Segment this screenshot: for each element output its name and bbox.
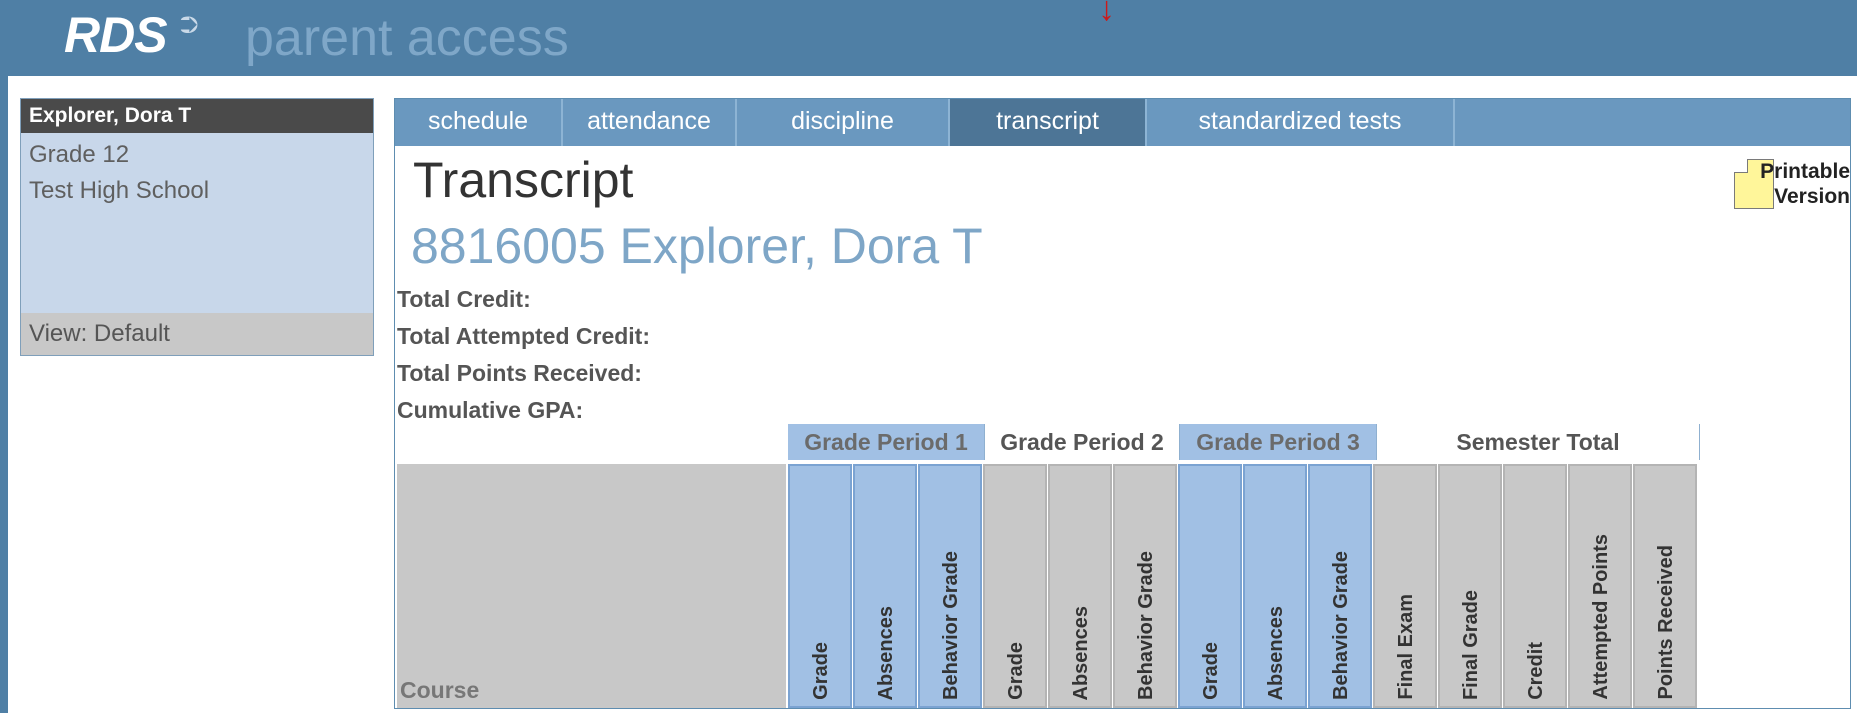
- course-column-header: Course: [397, 464, 786, 708]
- app-header: RDS ⮊ parent access ↓: [0, 0, 1857, 76]
- left-rail: [0, 76, 8, 713]
- student-card: Explorer, Dora T Grade 12 Test High Scho…: [20, 98, 374, 356]
- gp3-behavior-grade-header: Behavior Grade: [1308, 464, 1372, 708]
- tab-transcript[interactable]: transcript: [950, 99, 1147, 146]
- column-label: Final Grade: [1460, 589, 1482, 700]
- main-panel: schedule attendance discipline transcrip…: [394, 98, 1851, 709]
- attempted-points-header: Attempted Points: [1568, 464, 1632, 708]
- column-label: Absences: [1265, 605, 1287, 701]
- view-selector[interactable]: View: Default: [21, 313, 373, 355]
- grade-period-3-header: Grade Period 3: [1180, 424, 1376, 460]
- rds-logo: RDS: [64, 7, 168, 63]
- nav-tabs: schedule attendance discipline transcrip…: [395, 99, 1850, 146]
- gp1-behavior-grade-header: Behavior Grade: [918, 464, 982, 708]
- student-grade: Grade 12: [29, 141, 130, 168]
- total-points-received-label: Total Points Received:: [397, 360, 642, 386]
- tab-standardized-tests[interactable]: standardized tests: [1147, 99, 1455, 146]
- column-label: Absences: [1070, 605, 1092, 701]
- printable-version-label: Printable Version: [1760, 160, 1850, 208]
- student-heading: 8816005 Explorer, Dora T: [411, 218, 983, 274]
- app-subtitle: parent access: [245, 9, 569, 67]
- course-label: Course: [400, 677, 480, 703]
- column-label: Grade: [810, 642, 832, 700]
- tab-attendance[interactable]: attendance: [563, 99, 737, 146]
- gp2-behavior-grade-header: Behavior Grade: [1113, 464, 1177, 708]
- transcript-summary: Total Credit: Total Attempted Credit: To…: [397, 281, 650, 429]
- page-title: Transcript: [413, 152, 634, 208]
- gp1-absences-header: Absences: [853, 464, 917, 708]
- column-label: Grade: [1005, 642, 1027, 700]
- column-label: Final Exam: [1395, 594, 1417, 700]
- column-label: Behavior Grade: [1330, 551, 1352, 700]
- logo-swoosh-icon: ⮊: [180, 12, 199, 39]
- student-name[interactable]: Explorer, Dora T: [21, 99, 373, 133]
- red-arrow-down-icon: ↓: [1098, 0, 1115, 28]
- column-label: Credit: [1525, 642, 1547, 700]
- tab-schedule[interactable]: schedule: [395, 99, 563, 146]
- printable-version-button[interactable]: Printable Version: [1714, 157, 1850, 211]
- gp2-absences-header: Absences: [1048, 464, 1112, 708]
- column-label: Grade: [1200, 642, 1222, 700]
- tab-discipline[interactable]: discipline: [737, 99, 950, 146]
- total-attempted-credit-label: Total Attempted Credit:: [397, 323, 650, 349]
- total-credit-label: Total Credit:: [397, 286, 531, 312]
- student-school: Test High School: [29, 177, 210, 204]
- final-exam-header: Final Exam: [1373, 464, 1437, 708]
- grade-period-1-header: Grade Period 1: [788, 424, 984, 460]
- gp3-absences-header: Absences: [1243, 464, 1307, 708]
- semester-total-header: Semester Total: [1376, 424, 1700, 460]
- column-label: Behavior Grade: [1135, 551, 1157, 700]
- column-label: Points Received: [1655, 545, 1677, 700]
- column-label: Absences: [875, 605, 897, 701]
- column-label: Behavior Grade: [940, 551, 962, 700]
- transcript-table: Grade Period 1 Grade Period 2 Grade Peri…: [397, 424, 1849, 708]
- gp1-grade-header: Grade: [788, 464, 852, 708]
- gp2-grade-header: Grade: [983, 464, 1047, 708]
- grade-period-2-header: Grade Period 2: [984, 424, 1180, 460]
- column-label: Attempted Points: [1590, 534, 1612, 700]
- points-received-header: Points Received: [1633, 464, 1697, 708]
- credit-header: Credit: [1503, 464, 1567, 708]
- final-grade-header: Final Grade: [1438, 464, 1502, 708]
- gp3-grade-header: Grade: [1178, 464, 1242, 708]
